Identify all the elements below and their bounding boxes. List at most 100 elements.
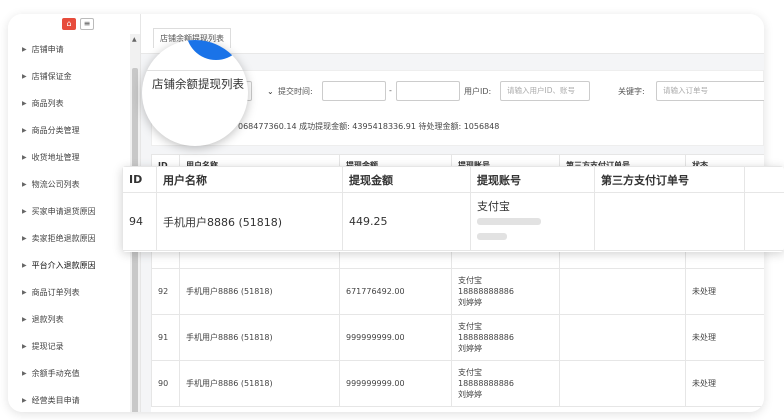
blurred-account-name <box>477 229 588 244</box>
cell-third-party-order <box>559 360 686 407</box>
sidebar-item-label: 买家申请退货原因 <box>31 207 96 216</box>
sidebar-item-shop-apply[interactable]: ▶ 店铺申请 <box>8 36 130 63</box>
cell-status: 未处理 <box>685 314 764 361</box>
chevron-right-icon: ▶ <box>22 316 27 323</box>
zoom-cell-third-party-order <box>594 192 745 251</box>
chevron-right-icon: ▶ <box>22 397 27 404</box>
sidebar-item-refunds[interactable]: ▶ 退款列表 <box>8 306 130 333</box>
home-icon[interactable]: ⌂ <box>62 18 76 30</box>
zoom-col-third-party-order: 第三方支付订单号 <box>594 166 745 193</box>
divider <box>142 70 248 71</box>
zoom-header-row: ID 用户名称 提现金额 提现账号 第三方支付订单号 <box>122 166 784 193</box>
sidebar-item-platform-reasons[interactable]: ▶ 平台介入退款原因 <box>8 252 130 279</box>
account-number: 18888888886 <box>458 333 514 342</box>
chevron-right-icon: ▶ <box>22 100 27 107</box>
sidebar-item-label: 店铺申请 <box>31 45 64 54</box>
cell-account: 支付宝 18888888886 刘婷婷 <box>451 360 560 407</box>
account-name: 刘婷婷 <box>458 344 482 353</box>
sidebar-item-recharge[interactable]: ▶ 余额手动充值 <box>8 360 130 387</box>
sidebar-menu: ▶ 店铺申请 ▶ 店铺保证金 ▶ 商品列表 ▶ 商品分类管理 ▶ 收货地址管理 ▶ 物流公司… <box>8 36 130 412</box>
chevron-right-icon: ▶ <box>22 73 27 80</box>
zoom-table-row[interactable]: 94 手机用户8886 (51818) 449.25 支付宝 <box>122 192 784 251</box>
blurred-account-number <box>477 214 588 229</box>
keyword-label: 关键字: <box>618 87 645 96</box>
table-row[interactable]: 90 手机用户8886 (51818) 999999999.00 支付宝 1888… <box>151 360 764 407</box>
cell-third-party-order <box>559 314 686 361</box>
zoom-col-account: 提现账号 <box>470 166 595 193</box>
sidebar-item-label: 平台介入退款原因 <box>31 261 96 270</box>
chevron-right-icon: ▶ <box>22 154 27 161</box>
sidebar-item-category-apply[interactable]: ▶ 经营类目申请 <box>8 387 130 412</box>
chevron-right-icon: ▶ <box>22 289 27 296</box>
table-row[interactable]: 92 手机用户8886 (51818) 671776492.00 支付宝 1888… <box>151 268 764 315</box>
keyword-input[interactable]: 请输入订单号 <box>656 81 764 101</box>
cell-username: 手机用户8886 (51818) <box>179 360 340 407</box>
zoom-col-id: ID <box>122 166 157 193</box>
sidebar-item-label: 收货地址管理 <box>31 153 80 162</box>
sidebar-item-logistics[interactable]: ▶ 物流公司列表 <box>8 171 130 198</box>
chevron-right-icon: ▶ <box>22 46 27 53</box>
chevron-right-icon: ▶ <box>22 343 27 350</box>
start-date-input[interactable] <box>322 81 386 101</box>
user-id-input[interactable]: 请输入用户ID、账号 <box>500 81 590 101</box>
menu-icon[interactable]: ≡ <box>80 18 94 30</box>
cell-status: 未处理 <box>685 268 764 315</box>
sidebar-item-categories[interactable]: ▶ 商品分类管理 <box>8 117 130 144</box>
sidebar-item-label: 卖家拒绝退款原因 <box>31 234 96 243</box>
sidebar-item-return-reasons[interactable]: ▶ 买家申请退货原因 <box>8 198 130 225</box>
submit-time-label: 提交时间: <box>278 87 313 96</box>
zoom-cell-amount: 449.25 <box>342 192 471 251</box>
chevron-right-icon: ▶ <box>22 370 27 377</box>
cell-third-party-order <box>559 268 686 315</box>
zoom-circle-overlay: 店铺余额提现列表 <box>142 40 248 146</box>
account-number: 18888888886 <box>458 287 514 296</box>
zoom-account-type: 支付宝 <box>477 200 510 213</box>
cell-account: 支付宝 18888888886 刘婷婷 <box>451 268 560 315</box>
zoom-col-amount: 提现金额 <box>342 166 471 193</box>
sidebar-item-withdrawals[interactable]: ▶ 提现记录 <box>8 333 130 360</box>
sidebar-item-label: 退款列表 <box>31 315 64 324</box>
zoom-row-overlay: ID 用户名称 提现金额 提现账号 第三方支付订单号 94 手机用户8886 (… <box>122 166 784 252</box>
account-type: 支付宝 <box>458 322 482 331</box>
zoom-cell-id: 94 <box>122 192 157 251</box>
summary-stats: 068477360.14 成功提现金额: 4395418336.91 待处理金额… <box>238 122 500 131</box>
account-name: 刘婷婷 <box>458 390 482 399</box>
sidebar-item-label: 商品分类管理 <box>31 126 80 135</box>
table-row[interactable]: 91 手机用户8886 (51818) 999999999.00 支付宝 1888… <box>151 314 764 361</box>
chevron-right-icon: ▶ <box>22 208 27 215</box>
zoom-col-extra <box>744 166 784 193</box>
cell-status: 未处理 <box>685 360 764 407</box>
chevron-down-icon: ⌄ <box>267 87 274 96</box>
account-number: 18888888886 <box>458 379 514 388</box>
chevron-right-icon: ▶ <box>22 127 27 134</box>
sidebar-toolbar: ⌂ ≡ <box>8 14 140 34</box>
sidebar-item-shop-deposit[interactable]: ▶ 店铺保证金 <box>8 63 130 90</box>
sidebar-item-orders[interactable]: ▶ 商品订单列表 <box>8 279 130 306</box>
user-id-label: 用户ID: <box>464 87 492 96</box>
date-range-separator: - <box>389 86 392 95</box>
sidebar-item-label: 店铺保证金 <box>31 72 72 81</box>
zoom-col-username: 用户名称 <box>156 166 343 193</box>
cell-id: 91 <box>151 314 180 361</box>
chevron-right-icon: ▶ <box>22 262 27 269</box>
sidebar-item-address[interactable]: ▶ 收货地址管理 <box>8 144 130 171</box>
cell-id: 90 <box>151 360 180 407</box>
cell-amount: 671776492.00 <box>339 268 452 315</box>
sidebar-item-label: 余额手动充值 <box>31 369 80 378</box>
sidebar-item-label: 物流公司列表 <box>31 180 80 189</box>
sidebar-item-products[interactable]: ▶ 商品列表 <box>8 90 130 117</box>
sidebar-item-label: 商品列表 <box>31 99 64 108</box>
cell-amount: 999999999.00 <box>339 314 452 361</box>
zoom-cell-account: 支付宝 <box>470 192 595 251</box>
cell-username: 手机用户8886 (51818) <box>179 268 340 315</box>
scroll-up-icon[interactable]: ▲ <box>132 36 137 43</box>
chevron-right-icon: ▶ <box>22 235 27 242</box>
account-type: 支付宝 <box>458 276 482 285</box>
sidebar-item-label: 商品订单列表 <box>31 288 80 297</box>
sidebar-item-refuse-reasons[interactable]: ▶ 卖家拒绝退款原因 <box>8 225 130 252</box>
end-date-input[interactable] <box>396 81 460 101</box>
zoomed-tab-title: 店铺余额提现列表 <box>152 77 244 91</box>
sidebar-item-label: 经营类目申请 <box>31 396 80 405</box>
cell-id: 92 <box>151 268 180 315</box>
sidebar-item-label: 提现记录 <box>31 342 64 351</box>
